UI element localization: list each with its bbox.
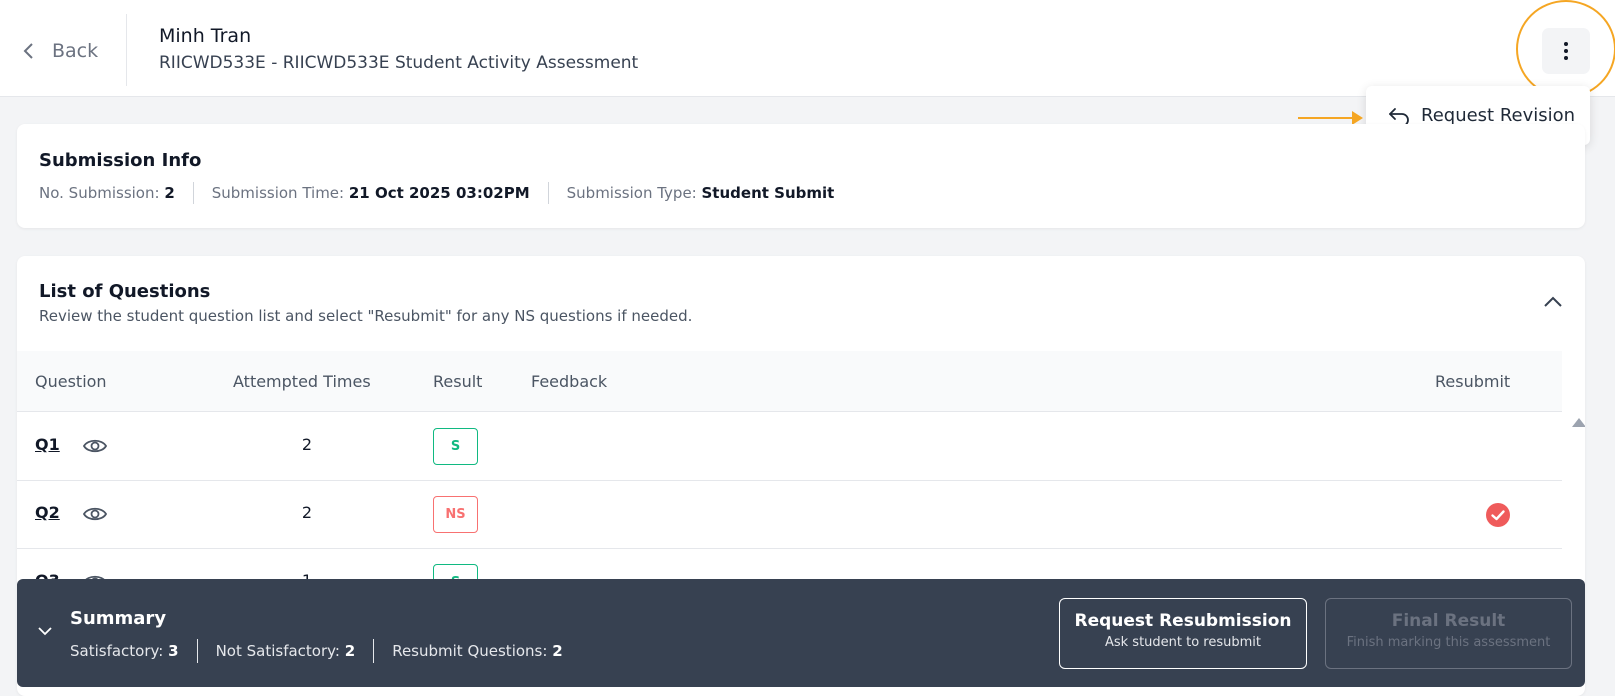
request-resubmission-label: Request Resubmission bbox=[1074, 611, 1292, 631]
chevron-down-icon[interactable] bbox=[37, 626, 53, 636]
submission-time-value: 21 Oct 2025 03:02PM bbox=[348, 184, 530, 202]
annotation-arrow-head bbox=[1352, 111, 1363, 125]
summary-stats: Satisfactory: 3 Not Satisfactory: 2 Resu… bbox=[70, 639, 581, 663]
chevron-left-icon bbox=[23, 43, 33, 59]
result-badge: NS bbox=[433, 496, 478, 533]
request-resubmission-subtext: Ask student to resubmit bbox=[1104, 635, 1262, 650]
submission-info-card: Submission Info No. Submission: 2 Submis… bbox=[17, 124, 1585, 228]
no-submission: No. Submission: 2 bbox=[39, 184, 175, 202]
request-resubmission-button[interactable]: Request Resubmission Ask student to resu… bbox=[1059, 598, 1307, 669]
satisfactory-value: 3 bbox=[168, 642, 179, 660]
col-question: Question bbox=[35, 372, 107, 391]
final-result-subtext: Finish marking this assessment bbox=[1346, 635, 1551, 650]
submission-meta: No. Submission: 2 Submission Time: 21 Oc… bbox=[39, 182, 852, 204]
satisfactory-count: Satisfactory: 3 bbox=[70, 642, 179, 660]
undo-icon bbox=[1389, 107, 1409, 126]
eye-icon[interactable] bbox=[83, 437, 107, 455]
table-row: Q2 2 NS bbox=[17, 481, 1562, 549]
not-satisfactory-value: 2 bbox=[344, 642, 356, 660]
col-resubmit: Resubmit bbox=[1435, 372, 1511, 391]
summary-title: Summary bbox=[70, 608, 167, 629]
assessment-title: RIICWD533E - RIICWD533E Student Activity… bbox=[159, 53, 639, 73]
resubmit-questions-value: 2 bbox=[552, 642, 563, 660]
attempted-times: 2 bbox=[301, 435, 313, 454]
table-row: Q1 2 S bbox=[17, 413, 1562, 481]
final-result-label: Final Result bbox=[1391, 611, 1506, 631]
more-options-button[interactable] bbox=[1542, 28, 1590, 74]
submission-type-value: Student Submit bbox=[701, 184, 835, 202]
question-link[interactable]: Q1 bbox=[35, 435, 60, 454]
header-divider bbox=[126, 14, 127, 86]
meta-divider bbox=[547, 182, 549, 204]
request-revision-label: Request Revision bbox=[1421, 105, 1576, 126]
summary-bar: Summary Satisfactory: 3 Not Satisfactory… bbox=[17, 579, 1585, 687]
stats-divider bbox=[373, 639, 375, 663]
submission-info-title: Submission Info bbox=[39, 150, 202, 171]
col-feedback: Feedback bbox=[531, 372, 608, 391]
not-satisfactory-count: Not Satisfactory: 2 bbox=[215, 642, 356, 660]
student-name: Minh Tran bbox=[159, 25, 252, 47]
questions-description: Review the student question list and sel… bbox=[39, 307, 693, 325]
question-link[interactable]: Q2 bbox=[35, 503, 60, 522]
questions-title: List of Questions bbox=[39, 281, 211, 302]
meta-divider bbox=[192, 182, 194, 204]
back-label: Back bbox=[52, 40, 99, 62]
table-header: Question Attempted Times Result Feedback… bbox=[17, 351, 1562, 412]
result-badge: S bbox=[433, 428, 478, 465]
submission-type: Submission Type: Student Submit bbox=[566, 184, 835, 202]
col-result: Result bbox=[433, 372, 483, 391]
stats-divider bbox=[196, 639, 198, 663]
annotation-arrow-line bbox=[1298, 117, 1354, 119]
resubmit-questions-count: Resubmit Questions: 2 bbox=[392, 642, 563, 660]
page-header: Back Minh Tran RIICWD533E - RIICWD533E S… bbox=[0, 0, 1615, 98]
final-result-button[interactable]: Final Result Finish marking this assessm… bbox=[1325, 598, 1572, 669]
attempted-times: 2 bbox=[301, 503, 313, 522]
check-circle-icon[interactable] bbox=[1486, 503, 1510, 527]
eye-icon[interactable] bbox=[83, 505, 107, 523]
no-submission-value: 2 bbox=[164, 184, 175, 202]
more-vertical-icon bbox=[1564, 42, 1568, 60]
back-button[interactable]: Back bbox=[20, 35, 98, 67]
col-attempted: Attempted Times bbox=[233, 372, 371, 391]
submission-time: Submission Time: 21 Oct 2025 03:02PM bbox=[211, 184, 530, 202]
scrollbar-up-arrow[interactable] bbox=[1572, 418, 1585, 427]
chevron-up-icon[interactable] bbox=[1542, 294, 1564, 308]
